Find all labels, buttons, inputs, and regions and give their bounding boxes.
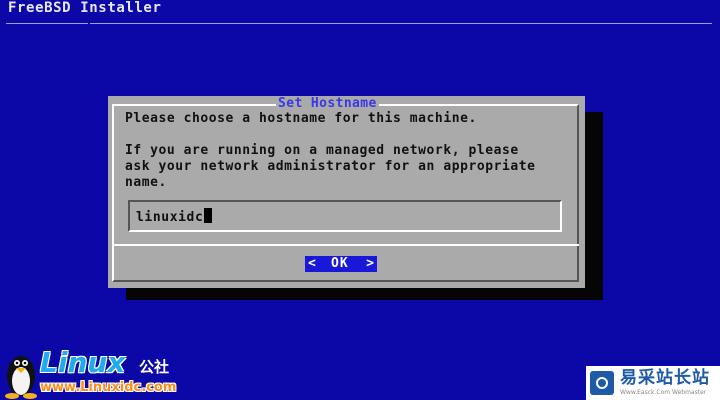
site-badge-watermark: 易采站长站 Www.Easck.Com Webmaster <box>586 366 720 400</box>
ok-button-right-bracket: > <box>366 256 374 271</box>
prompt-line-4: ask your network administrator for an ap… <box>125 159 536 174</box>
installer-title: FreeBSD Installer <box>8 0 162 16</box>
ok-button-label: OK <box>331 256 349 271</box>
installer-screen: FreeBSD Installer Set Hostname Please ch… <box>0 0 720 400</box>
dialog-button-divider <box>112 244 579 246</box>
ok-button-left-bracket: < <box>308 256 316 271</box>
linux-logo-word: Linux <box>40 346 126 379</box>
site-badge-logo-icon <box>590 371 614 395</box>
site-badge-logo-ring <box>596 377 608 389</box>
hostname-input[interactable]: linuxidc <box>128 200 562 232</box>
linux-logo-url: www.Linuxidc.com <box>40 380 177 395</box>
set-hostname-dialog: Set Hostname Please choose a hostname fo… <box>108 96 585 288</box>
site-badge-subtitle: Www.Easck.Com Webmaster <box>620 389 707 396</box>
prompt-line-1: Please choose a hostname for this machin… <box>125 111 477 126</box>
text-cursor <box>204 208 213 223</box>
dialog-title: Set Hostname <box>276 96 379 111</box>
ok-button[interactable]: < OK > <box>305 256 377 272</box>
tux-penguin-icon <box>5 356 37 399</box>
hostname-value[interactable]: linuxidc <box>136 210 203 225</box>
title-underline-gap <box>88 23 90 24</box>
hostname-input-text[interactable]: linuxidc <box>136 208 213 226</box>
prompt-line-3: If you are running on a managed network,… <box>125 143 519 158</box>
site-badge-name: 易采站长站 <box>620 368 710 388</box>
linux-logo-cn: 公社 <box>139 358 170 376</box>
title-underline <box>6 23 712 24</box>
prompt-line-5: name. <box>125 175 167 190</box>
linux-watermark: Linux 公社 www.Linuxidc.com <box>2 348 192 400</box>
